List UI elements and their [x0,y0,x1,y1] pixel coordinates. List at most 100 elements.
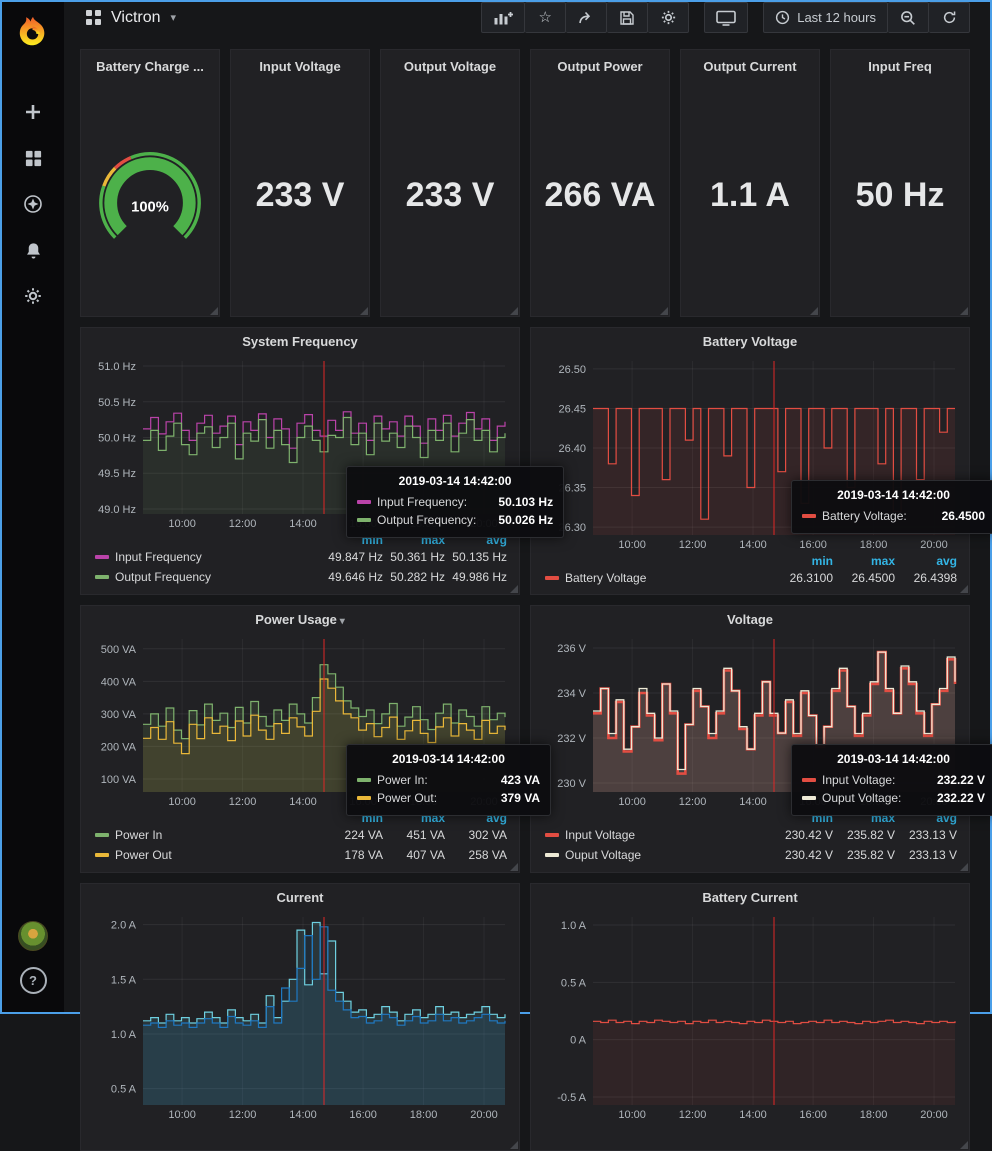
panel-title[interactable]: Output Voltage [381,50,519,74]
panel-resize-handle[interactable] [960,863,968,871]
sidebar-item-configuration[interactable] [2,273,64,319]
tv-mode-button[interactable] [704,2,748,33]
x-axis-tick-label: 18:00 [410,1109,438,1121]
stat-value: 50 Hz [831,74,969,316]
panel-title[interactable]: Power Usage ▾ [89,606,511,633]
legend-series-color-icon [545,853,559,857]
y-axis-tick-label: 100 VA [101,774,137,786]
panel-title[interactable]: Output Power [531,50,669,74]
panel-resize-handle[interactable] [960,1141,968,1149]
tooltip-series-color-icon [357,500,371,504]
gauge-wrap: 100% [81,74,219,316]
panel-battery-charge: Battery Charge ... 100% [80,49,220,317]
legend-row: Battery Voltage26.310026.450026.4398 [545,568,957,588]
share-button[interactable] [566,2,607,33]
time-range-label: Last 12 hours [797,10,876,25]
legend-value: 26.4398 [895,571,957,585]
panel-system-frequency: System Frequency 10:0012:0014:0016:0018:… [80,327,520,595]
legend-series-label[interactable]: Output Frequency [95,570,321,584]
tooltip-series-color-icon [357,778,371,782]
x-axis-tick-label: 20:00 [470,1109,498,1121]
panel-resize-handle[interactable] [210,307,218,315]
legend-row: Ouput Voltage230.42 V235.82 V233.13 V [545,845,957,865]
x-axis-tick-label: 10:00 [168,796,196,808]
panel-resize-handle[interactable] [360,307,368,315]
legend-series-name: Power Out [115,848,172,862]
sidebar-item-explore[interactable] [2,181,64,227]
dashboard-picker[interactable]: Victron ▾ [86,9,176,27]
sidebar-item-dashboards[interactable] [2,135,64,181]
save-button[interactable] [607,2,648,33]
y-axis-tick-label: 236 V [557,643,586,655]
grafana-logo[interactable] [16,15,50,49]
y-axis-tick-label: 1.0 A [111,1029,137,1041]
panel-battery-current: Battery Current 10:0012:0014:0016:0018:0… [530,883,970,1151]
settings-button[interactable] [648,2,689,33]
refresh-icon [942,10,957,25]
panel-resize-handle[interactable] [960,585,968,593]
tooltip-series-value: 26.4500 [926,509,985,523]
user-avatar[interactable] [18,921,48,951]
panel-title[interactable]: Output Current [681,50,819,74]
refresh-button[interactable] [929,2,970,33]
panel-resize-handle[interactable] [810,307,818,315]
chart-tooltip: 2019-03-14 14:42:00Input Voltage:232.22 … [791,744,992,816]
legend-header[interactable]: max [833,554,895,568]
legend-series-label[interactable]: Ouput Voltage [545,848,771,862]
legend-value: 49.646 Hz [321,570,383,584]
add-panel-button[interactable] [481,2,525,33]
legend-series-label[interactable]: Input Frequency [95,550,321,564]
panel-resize-handle[interactable] [510,1141,518,1149]
zoom-out-button[interactable] [888,2,929,33]
y-axis-tick-label: 0.5 A [561,977,587,989]
legend-series-label[interactable]: Power In [95,828,321,842]
legend-value: 230.42 V [771,848,833,862]
legend-series-color-icon [95,575,109,579]
dashboards-grid-icon [86,10,101,25]
legend-value: 49.847 Hz [321,550,383,564]
legend-series-color-icon [95,555,109,559]
panel-resize-handle[interactable] [960,307,968,315]
panel-title[interactable]: Input Freq [831,50,969,74]
tooltip-series-row: Battery Voltage:26.4500 [802,507,985,525]
bell-icon [24,241,43,260]
tooltip-series-value: 50.103 Hz [482,495,553,509]
panel-title[interactable]: Voltage [539,606,961,633]
panel-title[interactable]: Current [89,884,511,911]
panel-title[interactable]: Battery Current [539,884,961,911]
sidebar-item-create[interactable] [2,89,64,135]
chart-svg: 10:0012:0014:0016:0018:0020:000.5 A1.0 A… [89,911,511,1121]
legend-series-name: Input Frequency [115,550,202,564]
panel-resize-handle[interactable] [510,863,518,871]
panel-resize-handle[interactable] [510,307,518,315]
panel-title[interactable]: Battery Voltage [539,328,961,355]
legend-series-label[interactable]: Battery Voltage [545,571,771,585]
legend-value: 26.4500 [833,571,895,585]
panel-title[interactable]: Battery Charge ... [81,50,219,74]
panel-title[interactable]: Input Voltage [231,50,369,74]
sidebar-item-alerting[interactable] [2,227,64,273]
tooltip-series-row: Ouput Voltage:232.22 V [802,789,985,807]
panel-title[interactable]: System Frequency [89,328,511,355]
chart-plot[interactable]: 10:0012:0014:0016:0018:0020:000.5 A1.0 A… [89,911,511,1121]
share-icon [578,10,594,26]
legend-value: 50.361 Hz [383,550,445,564]
chart-plot[interactable]: 10:0012:0014:0016:0018:0020:00-0.5 A0 A0… [539,911,961,1121]
y-axis-tick-label: 26.40 [558,443,586,455]
legend-header[interactable]: avg [895,554,957,568]
y-axis-tick-label: 0.5 A [111,1084,137,1096]
stat-value: 233 V [231,74,369,316]
tv-group [704,2,748,33]
x-axis-tick-label: 12:00 [679,796,707,808]
time-controls-group: Last 12 hours [763,2,970,33]
time-range-button[interactable]: Last 12 hours [763,2,888,33]
star-button[interactable]: ☆ [525,2,566,33]
panel-resize-handle[interactable] [510,585,518,593]
panel-resize-handle[interactable] [660,307,668,315]
legend-series-label[interactable]: Power Out [95,848,321,862]
help-icon[interactable]: ? [20,967,47,994]
panel-battery-voltage: Battery Voltage 10:0012:0014:0016:0018:0… [530,327,970,595]
legend-series-label[interactable]: Input Voltage [545,828,771,842]
legend-header[interactable]: min [771,554,833,568]
legend-series-color-icon [95,833,109,837]
